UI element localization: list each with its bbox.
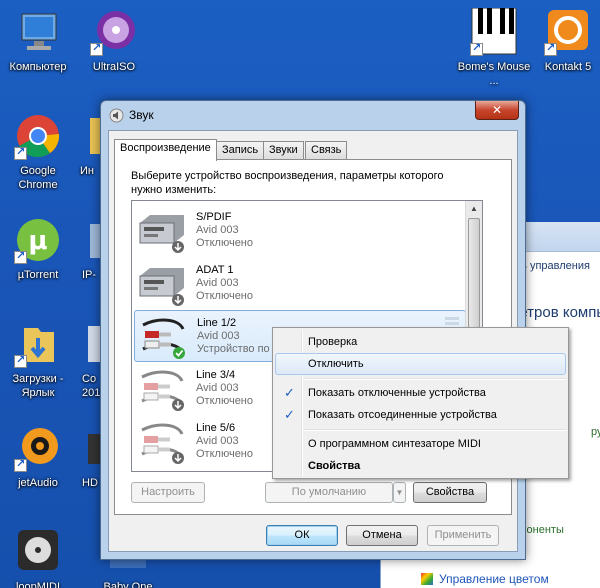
set-default-dropdown-icon[interactable]: ▼ [393, 482, 406, 503]
device-item-spdif[interactable]: S/PDIF Avid 003 Отключено [134, 205, 466, 257]
shortcut-arrow-icon [14, 353, 27, 368]
device-name: Line 3/4 [196, 369, 236, 381]
device-driver: Avid 003 [196, 224, 239, 236]
device-name: Line 1/2 [197, 317, 237, 329]
shortcut-arrow-icon [14, 249, 27, 264]
ok-button[interactable]: ОК [266, 525, 338, 546]
color-management-label: Управление цветом [439, 572, 549, 586]
desktop-icon-ip[interactable]: IP- [60, 216, 108, 282]
device-status: Отключено [196, 237, 253, 249]
menu-item-midi-synth[interactable]: О программном синтезаторе MIDI [275, 433, 566, 455]
rca-cable-icon [138, 367, 186, 411]
desktop-icon-label: Kontakt 5 [544, 61, 592, 73]
close-button[interactable]: ✕ [475, 101, 519, 120]
shortcut-arrow-icon [470, 41, 483, 56]
dialog-title: Звук [129, 108, 154, 122]
menu-item-label: О программном синтезаторе MIDI [308, 438, 481, 450]
chrome-icon [14, 112, 62, 160]
shortcut-arrow-icon [14, 145, 27, 160]
desktop-icon-co[interactable]: Co 201 [60, 320, 108, 400]
desktop-icon-label: Bome's Mouse ... [457, 61, 531, 87]
computer-icon [14, 8, 62, 56]
menu-item-disable[interactable]: Отключить [275, 353, 566, 375]
menu-separator [303, 378, 566, 380]
device-status: Отключено [196, 448, 253, 460]
cancel-button[interactable]: Отмена [346, 525, 418, 546]
checkmark-icon: ✓ [284, 407, 295, 422]
desktop-icon-computer[interactable]: Компьютер [0, 8, 76, 74]
audio-interface-icon [138, 209, 186, 253]
desktop-icon-hd[interactable]: HD [60, 424, 108, 490]
desktop-icon-label: UltraISO [92, 61, 136, 73]
jetaudio-icon [14, 424, 62, 472]
desktop-icon-label: IP- [82, 269, 97, 281]
desktop-icon-label: HD [82, 477, 98, 489]
device-driver: Avid 003 [196, 277, 239, 289]
desktop-icon-kontakt[interactable]: Kontakt 5 [530, 8, 600, 74]
audio-interface-icon [138, 262, 186, 306]
menu-item-label: Свойства [308, 460, 361, 472]
properties-button[interactable]: Свойства [413, 482, 487, 503]
desktop-icon-label: Baby One [103, 581, 153, 588]
piano-keys-icon [470, 7, 518, 56]
device-driver: Avid 003 [196, 435, 239, 447]
utorrent-icon: μ [14, 216, 62, 264]
menu-item-test[interactable]: Проверка [275, 331, 566, 353]
dialog-titlebar[interactable]: Звук ✕ [101, 101, 525, 129]
desktop-icon-label: Co 201 [82, 373, 101, 399]
downloads-folder-icon [14, 320, 62, 368]
desktop-icon-label: Компьютер [9, 61, 67, 73]
desktop-icon-ultraiso[interactable]: UltraISO [76, 8, 152, 74]
instruction-text: Выберите устройство воспроизведения, пар… [131, 170, 444, 196]
device-context-menu[interactable]: Проверка Отключить ✓ Показать отключенные… [272, 327, 569, 479]
svg-text:μ: μ [28, 226, 47, 256]
desktop-icon-loopmidi[interactable]: loopMIDI [0, 528, 76, 588]
device-name: Line 5/6 [196, 422, 236, 434]
desktop-icon-bome[interactable]: Bome's Mouse ... [456, 7, 532, 88]
device-driver: Avid 003 [197, 330, 240, 342]
set-default-button[interactable]: По умолчанию [265, 482, 393, 503]
scrollbar-thumb[interactable] [468, 218, 480, 328]
tab-playback[interactable]: Воспроизведение [114, 139, 217, 161]
device-name: S/PDIF [196, 211, 232, 223]
shortcut-arrow-icon [14, 457, 27, 472]
control-panel-link[interactable]: ругие д [591, 426, 600, 438]
speaker-icon [109, 108, 124, 123]
menu-item-properties[interactable]: Свойства [275, 455, 566, 477]
device-status: Отключено [196, 290, 253, 302]
disc-icon [90, 8, 138, 56]
kontakt-icon [544, 8, 592, 56]
menu-item-show-disabled[interactable]: ✓ Показать отключенные устройства [275, 382, 566, 404]
menu-item-label: Показать отключенные устройства [308, 387, 486, 399]
device-driver: Avid 003 [196, 382, 239, 394]
device-status: Устройство по [197, 343, 270, 355]
shortcut-arrow-icon [90, 41, 103, 56]
device-item-adat[interactable]: ADAT 1 Avid 003 Отключено [134, 258, 466, 310]
checkmark-icon: ✓ [284, 385, 295, 400]
shortcut-arrow-icon [544, 41, 557, 56]
rca-cable-icon [138, 420, 186, 464]
tab-communications[interactable]: Связь [305, 141, 348, 160]
menu-item-show-disconnected[interactable]: ✓ Показать отсоединенные устройства [275, 404, 566, 426]
tab-recording[interactable]: Запись [216, 141, 265, 160]
scroll-up-arrow-icon[interactable]: ▲ [466, 201, 482, 217]
rca-cable-icon [139, 315, 187, 359]
color-management-icon [421, 573, 433, 585]
device-status: Отключено [196, 395, 253, 407]
menu-item-label: Отключить [308, 358, 364, 370]
configure-button[interactable]: Настроить [131, 482, 205, 503]
midi-icon [14, 528, 62, 576]
menu-item-label: Проверка [308, 336, 358, 348]
desktop-icon-label: loopMIDI [15, 581, 61, 588]
color-management-link[interactable]: Управление цветом [421, 572, 549, 586]
menu-separator [303, 429, 566, 431]
menu-item-label: Показать отсоединенные устройства [308, 409, 497, 421]
desktop-icon-label: Ин [80, 165, 94, 177]
tab-sounds[interactable]: Звуки [263, 141, 304, 160]
desktop-icon-folder[interactable]: Ин [60, 112, 108, 178]
device-name: ADAT 1 [196, 264, 234, 276]
apply-button[interactable]: Применить [427, 525, 499, 546]
